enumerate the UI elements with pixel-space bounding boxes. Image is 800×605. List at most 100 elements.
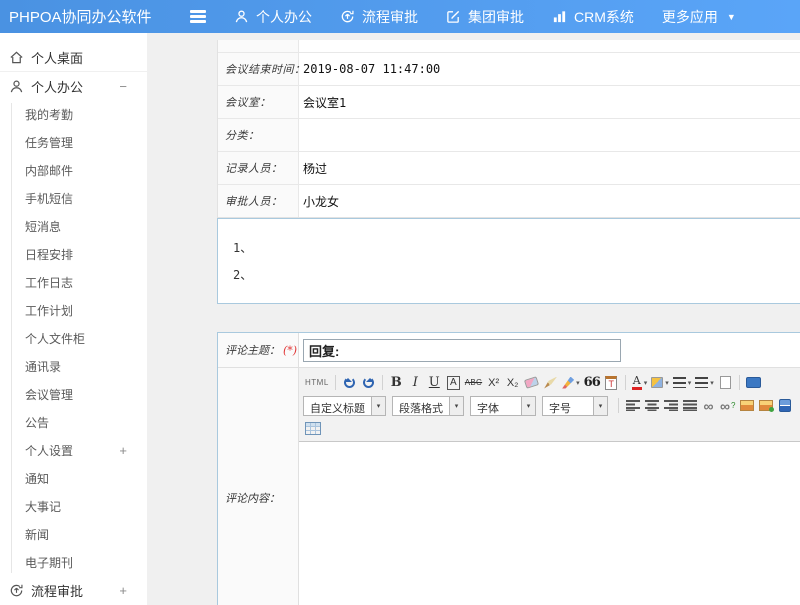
- sidebar-item-task-management[interactable]: 任务管理: [0, 128, 147, 156]
- insert-table-button[interactable]: [303, 419, 323, 439]
- edit-icon: [446, 9, 461, 24]
- sidebar-item-meeting-management[interactable]: 会议管理: [0, 380, 147, 408]
- content-line: 2、: [233, 262, 800, 289]
- image-icon: [740, 400, 754, 411]
- insert-link-button[interactable]: ∞: [699, 396, 718, 416]
- sidebar-item-e-journal[interactable]: 电子期刊: [0, 548, 147, 576]
- fullscreen-button[interactable]: [744, 373, 763, 393]
- nav-group-approval[interactable]: 集团审批: [446, 7, 524, 27]
- font-family-select[interactable]: 字体▾: [470, 396, 536, 416]
- table-row-meeting-end-time: 会议结束时间： 2019-08-07 11:47:00: [218, 52, 800, 85]
- expand-toggle[interactable]: +: [119, 584, 127, 597]
- insert-netimage-button[interactable]: [756, 396, 775, 416]
- insert-image-button[interactable]: [737, 396, 756, 416]
- field-label: 会议结束时间：: [225, 61, 306, 77]
- expand-toggle[interactable]: +: [119, 444, 127, 457]
- format-painter-button[interactable]: [541, 373, 560, 393]
- field-value: 会议室1: [303, 94, 346, 111]
- user-icon: [234, 9, 249, 24]
- strikethrough-button[interactable]: ABC: [463, 373, 484, 393]
- blockquote-button[interactable]: 66: [582, 373, 602, 393]
- font-size-select[interactable]: 字号▾: [542, 396, 608, 416]
- collapse-toggle[interactable]: −: [119, 80, 127, 93]
- required-mark: (*): [283, 344, 297, 357]
- paragraph-format-select[interactable]: 段落格式▾: [392, 396, 464, 416]
- nav-more-apps[interactable]: 更多应用 ▼: [662, 7, 736, 27]
- toolbar-row-1: HTML B I U A ABC X² X₂ ▾: [301, 371, 800, 394]
- bold-button[interactable]: B: [387, 373, 406, 393]
- toolbar-row-2: 自定义标题▾ 段落格式▾ 字体▾ 字号▾: [301, 394, 800, 417]
- sidebar-item-sms[interactable]: 手机短信: [0, 184, 147, 212]
- sidebar-item-personal-settings[interactable]: 个人设置 +: [0, 436, 147, 464]
- sidebar-item-short-message[interactable]: 短消息: [0, 212, 147, 240]
- highlight-color-button[interactable]: ▾: [649, 373, 671, 393]
- ordered-list-icon: [673, 377, 686, 388]
- sidebar-item-schedule[interactable]: 日程安排: [0, 240, 147, 268]
- undo-icon: [344, 377, 355, 388]
- sidebar-item-work-plan[interactable]: 工作计划: [0, 296, 147, 324]
- italic-button[interactable]: I: [406, 373, 425, 393]
- nav-workflow-approval[interactable]: 流程审批: [340, 7, 418, 27]
- html-source-button[interactable]: HTML: [303, 373, 331, 393]
- field-value: 小龙女: [303, 193, 339, 210]
- sidebar-item-workflow-approval[interactable]: 流程审批 +: [0, 576, 147, 604]
- image-upload-icon: [759, 400, 773, 411]
- nav-personal-office[interactable]: 个人办公: [234, 7, 312, 27]
- quote-icon: 66: [584, 375, 600, 390]
- unordered-list-button[interactable]: ▾: [693, 373, 716, 393]
- remove-format-button[interactable]: [522, 373, 541, 393]
- sidebar-item-personal-office[interactable]: 个人办公 −: [0, 72, 147, 100]
- table-icon: [305, 422, 321, 435]
- editor-content-area[interactable]: [299, 442, 800, 605]
- field-value: 杨过: [303, 160, 327, 177]
- sidebar-item-announcement[interactable]: 公告: [0, 408, 147, 436]
- table-row: [218, 40, 800, 52]
- remove-link-button[interactable]: ∞?: [718, 396, 737, 416]
- undo-button[interactable]: [340, 373, 359, 393]
- app-logo: PHPOA协同办公软件: [0, 6, 190, 27]
- comment-subject-input[interactable]: [303, 339, 621, 362]
- align-right-button[interactable]: [661, 396, 680, 416]
- comment-subject-label: 评论主题：: [225, 342, 280, 358]
- redo-icon: [363, 377, 374, 388]
- align-left-button[interactable]: [623, 396, 642, 416]
- sidebar-item-major-events[interactable]: 大事记: [0, 492, 147, 520]
- sidebar-item-personal-files[interactable]: 个人文件柜: [0, 324, 147, 352]
- quick-format-button[interactable]: ▾: [560, 373, 582, 393]
- font-color-button[interactable]: A ▾: [630, 373, 650, 393]
- ordered-list-button[interactable]: ▾: [671, 373, 694, 393]
- wand-icon: [562, 377, 574, 389]
- superscript-button[interactable]: X²: [484, 373, 503, 393]
- sidebar-item-contacts[interactable]: 通讯录: [0, 352, 147, 380]
- new-page-button[interactable]: [716, 373, 735, 393]
- paste-as-text-button[interactable]: T: [602, 373, 621, 393]
- sidebar: 个人桌面 个人办公 − 我的考勤 任务管理 内部邮件 手机短信 短消息 日程安排…: [0, 33, 147, 605]
- align-justify-button[interactable]: [680, 396, 699, 416]
- top-menu: 个人办公 流程审批 集团审批 CRM系统 更多应用 ▼: [234, 7, 764, 27]
- sidebar-item-news[interactable]: 新闻: [0, 520, 147, 548]
- sidebar-item-notice[interactable]: 通知: [0, 464, 147, 492]
- table-row-recorder: 记录人员： 杨过: [218, 151, 800, 184]
- sidebar-item-internal-mail[interactable]: 内部邮件: [0, 156, 147, 184]
- chevron-down-icon: ▾: [449, 397, 463, 415]
- align-left-icon: [626, 400, 640, 411]
- heading-select[interactable]: 自定义标题▾: [303, 396, 386, 416]
- nav-label: 集团审批: [468, 7, 524, 27]
- unlink-icon: ∞: [720, 399, 730, 413]
- media-icon: [779, 399, 791, 412]
- sidebar-item-personal-desktop[interactable]: 个人桌面: [0, 44, 147, 72]
- border-text-button[interactable]: A: [444, 373, 463, 393]
- subscript-button[interactable]: X₂: [503, 373, 522, 393]
- process-icon: [8, 582, 24, 598]
- sidebar-item-work-log[interactable]: 工作日志: [0, 268, 147, 296]
- link-icon: ∞: [704, 399, 714, 413]
- align-center-button[interactable]: [642, 396, 661, 416]
- nav-crm-system[interactable]: CRM系统: [552, 7, 634, 27]
- chart-icon: [552, 9, 567, 24]
- caret-down-icon: ▼: [727, 12, 736, 22]
- insert-media-button[interactable]: [775, 396, 794, 416]
- redo-button[interactable]: [359, 373, 378, 393]
- hamburger-menu-icon[interactable]: [190, 10, 206, 23]
- underline-button[interactable]: U: [425, 373, 444, 393]
- sidebar-item-my-attendance[interactable]: 我的考勤: [0, 100, 147, 128]
